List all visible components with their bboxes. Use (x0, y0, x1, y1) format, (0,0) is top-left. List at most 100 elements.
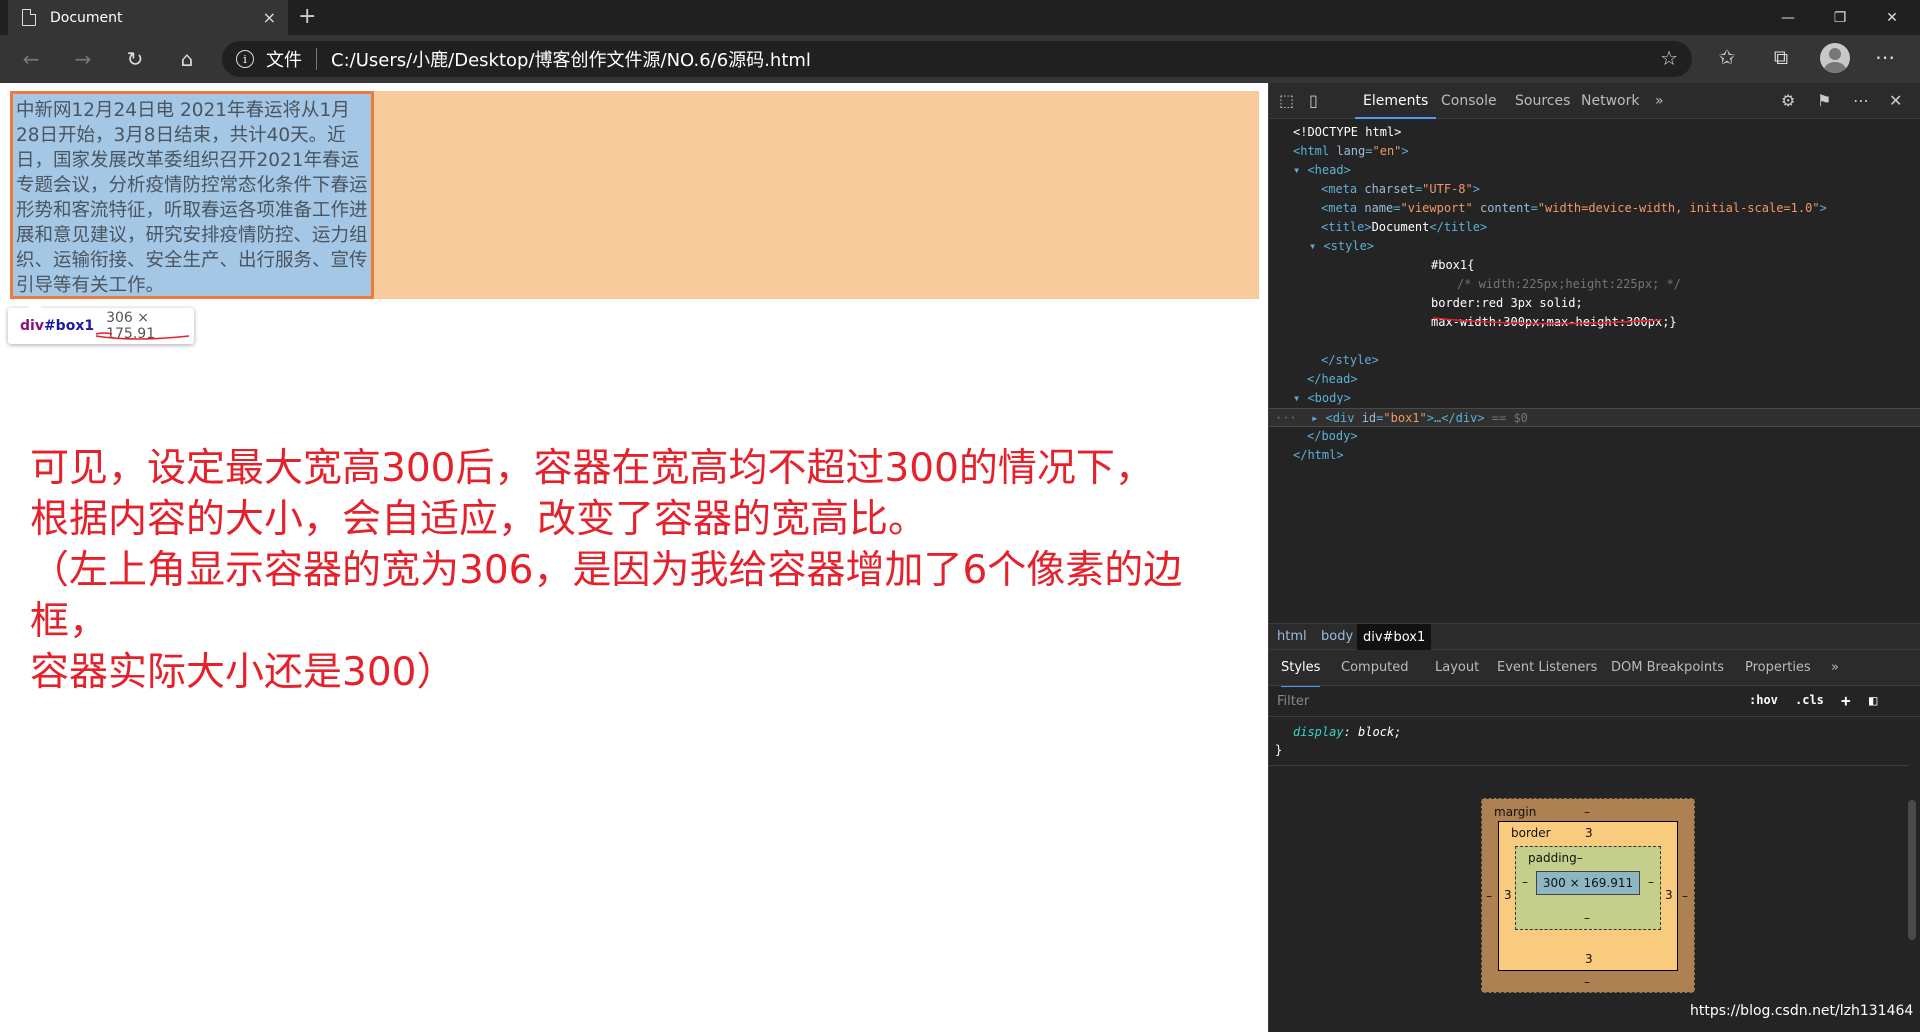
annotation-line: （左上角显示容器的宽为306，是因为我给容器增加了6个像素的边框， (30, 548, 1183, 644)
box-model-padding: padding– – – – 300 × 169.911 (1515, 846, 1661, 930)
inspect-tooltip: div#box1 306 × 175.91 (8, 301, 194, 344)
tab-console[interactable]: Console (1441, 83, 1497, 119)
dom-node-selected[interactable]: ··· ▸ <div id="box1">…</div> == $0 (1269, 408, 1920, 427)
inspect-element-icon[interactable]: ⬚ (1279, 91, 1294, 110)
tooltip-selector: div#box1 (20, 318, 95, 334)
settings-gear-icon[interactable]: ⚙ (1781, 91, 1795, 110)
dom-node[interactable]: </head> (1269, 370, 1920, 389)
box-model-border-top[interactable]: 3 (1585, 826, 1593, 840)
devtools-more-icon[interactable]: ⋯ (1853, 91, 1869, 110)
tab-elements[interactable]: Elements (1355, 83, 1437, 119)
style-declaration[interactable]: display: block; (1269, 723, 1909, 741)
address-separator (316, 48, 317, 70)
hov-button[interactable]: :hov (1749, 693, 1778, 707)
more-tabs-icon[interactable]: » (1655, 83, 1664, 119)
tab-layout[interactable]: Layout (1435, 650, 1479, 686)
style-rule-close: } (1275, 743, 1283, 757)
box-model-margin-bottom[interactable]: – (1584, 975, 1590, 989)
toggle-sidebar-icon[interactable]: ◧ (1869, 693, 1877, 709)
scrollbar[interactable] (1908, 800, 1916, 940)
devtools-toolbar: ⬚ ▯ Elements Console Sources Network » ⚙… (1269, 83, 1920, 119)
dom-tree: <!DOCTYPE html> <html lang="en"> ▾ <head… (1269, 123, 1920, 465)
box-model-padding-left[interactable]: – (1522, 875, 1528, 889)
dom-node[interactable]: <meta name="viewport" content="width=dev… (1269, 199, 1920, 218)
box-model-margin-right[interactable]: – (1682, 889, 1688, 903)
dom-node[interactable]: <title>Document</title> (1269, 218, 1920, 237)
box-model-margin: margin – – – – border 3 3 3 3 padding– –… (1481, 798, 1695, 993)
devtools-close-icon[interactable]: ✕ (1889, 91, 1902, 110)
dom-node[interactable]: <!DOCTYPE html> (1269, 123, 1920, 142)
tab-bar: Document × + — ❐ ✕ (0, 0, 1920, 35)
tab-styles[interactable]: Styles (1281, 650, 1321, 688)
dom-node[interactable]: </body> (1269, 427, 1920, 446)
more-options-icon[interactable]: ⋯ (1870, 45, 1900, 69)
box-model-margin-label: margin (1494, 805, 1537, 819)
close-window-button[interactable]: ✕ (1864, 0, 1920, 35)
box-model-border-bottom[interactable]: 3 (1585, 952, 1593, 966)
tab-title: Document (50, 9, 123, 26)
tab-close-icon[interactable]: × (263, 8, 276, 27)
styles-tabs: Styles Computed Layout Event Listeners D… (1269, 650, 1920, 688)
css-line[interactable]: #box1{ (1269, 256, 1920, 275)
annotation-line: 可见，设定最大宽高300后，容器在宽高均不超过300的情况下， (30, 446, 1154, 491)
collections-icon[interactable]: ⧉ (1766, 45, 1796, 69)
box-model-margin-top[interactable]: – (1584, 805, 1590, 819)
box-model-border: border 3 3 3 3 padding– – – – 300 × 169.… (1498, 821, 1678, 971)
box-model-content[interactable]: 300 × 169.911 (1536, 871, 1640, 895)
styles-filter-bar: Filter :hov .cls + ◧ (1269, 687, 1920, 717)
profile-avatar[interactable] (1820, 43, 1850, 73)
refresh-icon[interactable]: ↻ (120, 47, 150, 71)
box-model-border-left[interactable]: 3 (1504, 888, 1512, 902)
tab-network[interactable]: Network (1581, 83, 1639, 119)
breadcrumb-html[interactable]: html (1277, 629, 1307, 644)
css-line[interactable]: /* width:225px;height:225px; */ (1269, 275, 1920, 294)
feedback-icon[interactable]: ⚑ (1817, 91, 1831, 110)
box-model-padding-right[interactable]: – (1648, 875, 1654, 889)
dom-node[interactable]: ▾ <style> (1269, 237, 1920, 256)
box-model-border-right[interactable]: 3 (1665, 888, 1673, 902)
tab-event-listeners[interactable]: Event Listeners (1497, 650, 1597, 686)
page-viewport: 中新网12月24日电 2021年春运将从1月28日开始，3月8日结束，共计40天… (0, 83, 1268, 1032)
box1: 中新网12月24日电 2021年春运将从1月28日开始，3月8日结束，共计40天… (10, 91, 374, 299)
document-icon (22, 9, 36, 26)
minimize-button[interactable]: — (1760, 0, 1816, 35)
info-icon[interactable]: i (236, 50, 254, 68)
cls-button[interactable]: .cls (1795, 693, 1824, 707)
restore-button[interactable]: ❐ (1812, 0, 1868, 35)
dom-blank (1269, 332, 1920, 351)
breadcrumb-body[interactable]: body (1321, 629, 1353, 644)
nav-bar: ← → ↻ ⌂ i 文件 C:/Users/小鹿/Desktop/博客创作文件源… (0, 35, 1920, 83)
address-url[interactable]: C:/Users/小鹿/Desktop/博客创作文件源/NO.6/6源码.htm… (331, 46, 811, 72)
favorite-star-icon[interactable]: ☆ (1660, 46, 1678, 70)
box-model-border-label: border (1511, 826, 1551, 840)
dom-node[interactable]: </style> (1269, 351, 1920, 370)
tab-sources[interactable]: Sources (1515, 83, 1570, 119)
box-model-padding-bottom[interactable]: – (1584, 911, 1590, 925)
annotation-line: 容器实际大小还是300） (30, 650, 456, 695)
breadcrumb-div-box1[interactable]: div#box1 (1357, 624, 1432, 651)
favorites-icon[interactable]: ✩ (1712, 45, 1742, 69)
tab-document[interactable]: Document × (8, 0, 288, 35)
new-rule-icon[interactable]: + (1841, 691, 1851, 710)
back-arrow-icon[interactable]: ← (16, 47, 46, 71)
red-underline-mark (1432, 317, 1662, 325)
watermark: https://blog.csdn.net/lzh131464 (1690, 1003, 1914, 1019)
tab-dom-breakpoints[interactable]: DOM Breakpoints (1611, 650, 1724, 686)
more-style-tabs-icon[interactable]: » (1831, 650, 1839, 686)
filter-input[interactable]: Filter (1277, 694, 1309, 709)
device-toolbar-icon[interactable]: ▯ (1309, 91, 1318, 110)
breadcrumb: html body div#box1 (1269, 623, 1920, 651)
new-tab-button[interactable]: + (298, 4, 316, 29)
home-icon[interactable]: ⌂ (172, 47, 202, 71)
forward-arrow-icon[interactable]: → (68, 47, 98, 71)
css-line[interactable]: border:red 3px solid; (1269, 294, 1920, 313)
dom-node[interactable]: <html lang="en"> (1269, 142, 1920, 161)
dom-node[interactable]: <meta charset="UTF-8"> (1269, 180, 1920, 199)
dom-node[interactable]: ▾ <head> (1269, 161, 1920, 180)
tab-computed[interactable]: Computed (1341, 650, 1409, 686)
address-bar[interactable]: i 文件 C:/Users/小鹿/Desktop/博客创作文件源/NO.6/6源… (222, 41, 1692, 77)
tab-properties[interactable]: Properties (1745, 650, 1811, 686)
dom-node[interactable]: ▾ <body> (1269, 389, 1920, 408)
box-model-margin-left[interactable]: – (1486, 889, 1492, 903)
dom-node[interactable]: </html> (1269, 446, 1920, 465)
